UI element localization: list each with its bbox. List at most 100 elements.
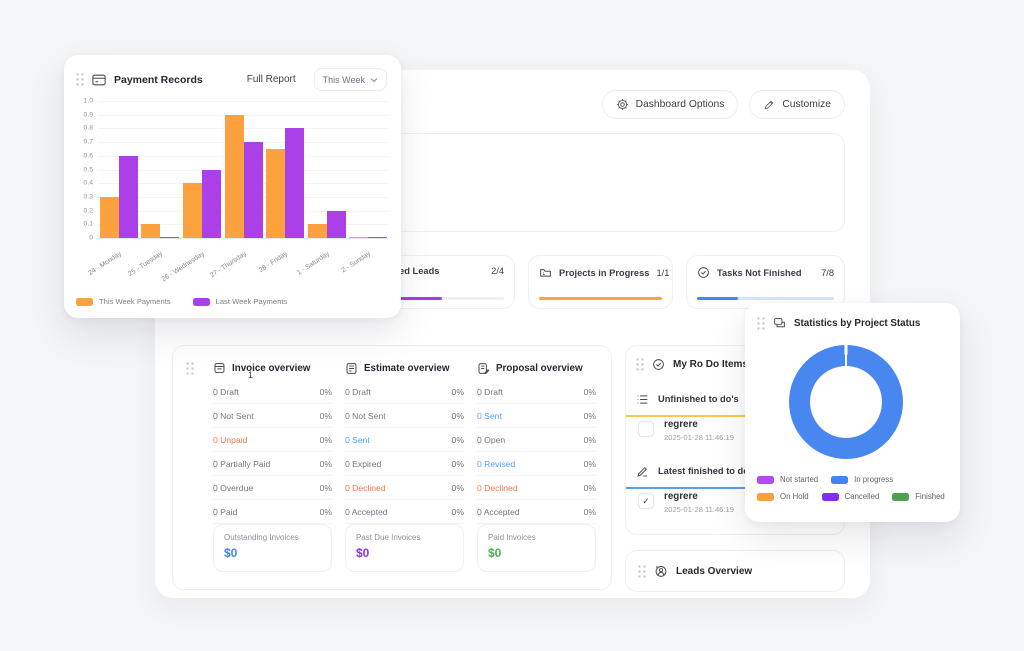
- overview-row-label[interactable]: 0 Unpaid: [213, 435, 247, 445]
- gridline: [98, 115, 389, 116]
- overview-row-label[interactable]: 0 Draft: [345, 387, 371, 397]
- y-tick-label: 0.5: [84, 166, 93, 173]
- overview-row-value: 0%: [584, 483, 596, 493]
- todo-item-timestamp: 2025-01-28 11:46:19: [664, 433, 734, 442]
- stat-progress-fill: [539, 297, 662, 301]
- overview-row: 0 Not Sent0%: [345, 404, 464, 428]
- overview-column-title: Invoice overview: [232, 363, 310, 374]
- overview-row-label[interactable]: 0 Revised: [477, 459, 515, 469]
- overview-column-title: Proposal overview: [496, 363, 583, 374]
- bar: [225, 115, 244, 238]
- legend-swatch: [757, 476, 774, 484]
- stat-card-header: Tasks Not Finished7/8: [687, 256, 844, 279]
- legend-item[interactable]: This Week Payments: [76, 297, 171, 306]
- overview-column-title: Estimate overview: [364, 363, 450, 374]
- summary-value: $0: [488, 546, 585, 560]
- payment-card-title: Payment Records: [114, 74, 203, 86]
- overview-columns: Invoice overview0 Draft0%0 Not Sent0%0 U…: [213, 356, 596, 524]
- estimate-icon: [345, 362, 358, 375]
- todo-item: ✓regrere2025-01-28 11:46:19: [638, 493, 654, 509]
- invoice-summary-row: Outstanding Invoices$0 Past Due Invoices $…: [213, 524, 596, 572]
- overview-row-label[interactable]: 0 Not Sent: [345, 411, 386, 421]
- customize-button[interactable]: Customize: [749, 90, 845, 119]
- legend-item[interactable]: Last Week Payments: [193, 297, 288, 306]
- payment-bar-chart: 1.00.90.80.70.60.50.40.30.20.1024 - Mond…: [98, 101, 389, 238]
- stat-progress-track: [697, 297, 834, 301]
- y-tick-label: 0.2: [84, 207, 93, 214]
- todo-item-text: regrere2025-01-28 11:46:19: [664, 491, 734, 514]
- full-report-button[interactable]: Full Report: [247, 74, 296, 85]
- drag-handle-icon[interactable]: [636, 358, 644, 371]
- overview-row-label[interactable]: 0 Overdue: [213, 483, 253, 493]
- overview-row: 0 Open0%: [477, 428, 596, 452]
- stat-card[interactable]: Tasks Not Finished7/8: [686, 255, 845, 309]
- overview-row-label[interactable]: 0 Accepted: [345, 507, 388, 517]
- legend-item[interactable]: On Hold: [757, 492, 809, 501]
- period-dropdown[interactable]: This Week: [314, 68, 387, 91]
- bar: [368, 237, 387, 239]
- overview-row-label[interactable]: 0 Accepted: [477, 507, 520, 517]
- y-tick-label: 0: [89, 235, 93, 242]
- y-tick-label: 0.8: [84, 125, 93, 132]
- gridline: [98, 101, 389, 102]
- overview-row: 0 Overdue0%: [213, 476, 332, 500]
- overview-row-label[interactable]: 0 Draft: [477, 387, 503, 397]
- overview-row: 0 Not Sent0%: [213, 404, 332, 428]
- todo-item-timestamp: 2025-01-28 11:46:19: [664, 505, 734, 514]
- overview-row: 0 Draft0%: [213, 380, 332, 404]
- bar: [285, 128, 304, 238]
- circle-check-icon: [697, 266, 710, 279]
- drag-handle-icon[interactable]: [757, 317, 765, 330]
- bar: [100, 197, 119, 238]
- legend-item[interactable]: Finished: [892, 492, 944, 501]
- overview-row-label[interactable]: 0 Paid: [213, 507, 237, 517]
- overview-row-label[interactable]: 0 Expired: [345, 459, 381, 469]
- checkbox-unchecked[interactable]: [638, 421, 654, 437]
- stat-card[interactable]: Projects in Progress1/1: [528, 255, 673, 309]
- drag-handle-icon[interactable]: [186, 362, 194, 375]
- overview-column-header: Estimate overview: [345, 356, 464, 380]
- overview-row: 0 Draft0%: [345, 380, 464, 404]
- customize-label: Customize: [782, 99, 831, 110]
- overview-row-label[interactable]: 0 Draft: [213, 387, 239, 397]
- dashboard-options-button[interactable]: Dashboard Options: [602, 90, 739, 119]
- drag-handle-icon[interactable]: [638, 565, 646, 578]
- overview-column: Invoice overview 0 Draft0%0 Not Sent0% 0 U…: [213, 356, 332, 524]
- overview-row-label[interactable]: 0 Partially Paid: [213, 459, 270, 469]
- leads-card-header: Leads Overview: [626, 551, 844, 578]
- summary-box: Outstanding Invoices$0: [213, 524, 332, 572]
- dashboard-options-label: Dashboard Options: [636, 99, 725, 110]
- summary-label: Outstanding Invoices: [224, 533, 321, 542]
- legend-item[interactable]: In progress: [831, 475, 893, 484]
- todo-item: regrere2025-01-28 11:46:19: [638, 421, 654, 437]
- overview-row-label[interactable]: 0 Sent: [477, 411, 502, 421]
- payment-card-header: Payment Records Full Report This Week: [64, 55, 401, 91]
- y-tick-label: 0.1: [84, 221, 93, 228]
- y-tick-label: 0.9: [84, 111, 93, 118]
- overview-row-label[interactable]: 0 Declined: [345, 483, 386, 493]
- proposal-icon: [477, 362, 490, 375]
- overview-row: 0 Revised0%: [477, 452, 596, 476]
- overview-row-label[interactable]: 0 Declined: [477, 483, 518, 493]
- project-status-header: Statistics by Project Status: [745, 303, 960, 330]
- checkbox-checked[interactable]: ✓: [638, 493, 654, 509]
- drag-handle-icon[interactable]: [76, 73, 84, 86]
- overview-row-label[interactable]: 0 Sent: [345, 435, 370, 445]
- overview-row-value: 0%: [584, 507, 596, 517]
- gear-icon: [616, 98, 629, 111]
- overview-row-label[interactable]: 0 Not Sent: [213, 411, 254, 421]
- list-icon: [636, 393, 649, 406]
- legend-swatch: [892, 493, 909, 501]
- payment-card-icon: [92, 74, 106, 86]
- bar: [183, 183, 202, 238]
- payment-records-card: Payment Records Full Report This Week 1.…: [64, 55, 401, 318]
- bar: [349, 237, 368, 239]
- overview-row-label[interactable]: 0 Open: [477, 435, 505, 445]
- legend-item[interactable]: Not started: [757, 475, 818, 484]
- bar: [202, 170, 221, 239]
- summary-label: Past Due Invoices: [356, 533, 453, 542]
- legend-item[interactable]: Cancelled: [822, 492, 880, 501]
- y-tick-label: 1.0: [84, 98, 93, 105]
- bar: [244, 142, 263, 238]
- summary-box: Paid Invoices$0: [477, 524, 596, 572]
